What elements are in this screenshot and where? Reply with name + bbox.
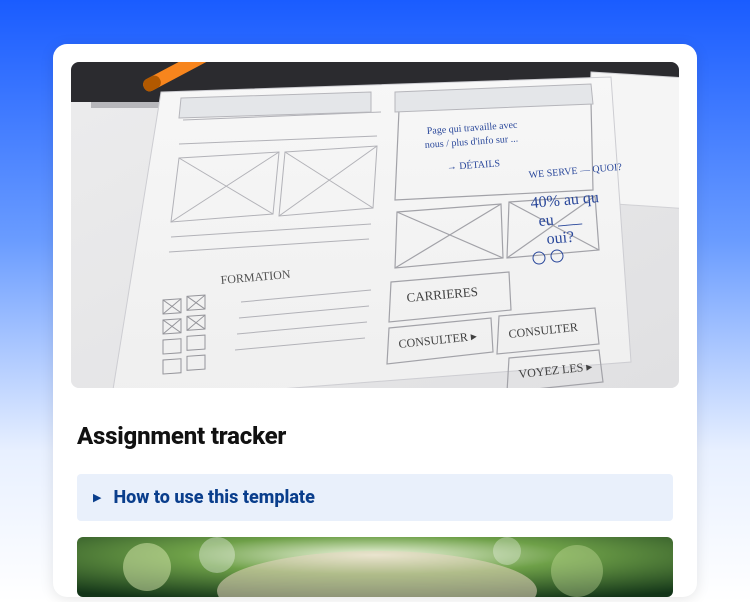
how-to-use-callout[interactable]: ▶ How to use this template xyxy=(77,474,673,521)
hero-image: FORMATION xyxy=(71,62,679,388)
secondary-image xyxy=(77,537,673,597)
title-block: Assignment tracker xyxy=(71,388,679,474)
wireframe-sketch-illustration: FORMATION xyxy=(71,62,679,388)
template-card: FORMATION xyxy=(53,44,697,597)
expand-triangle-icon: ▶ xyxy=(93,492,101,503)
callout-label: How to use this template xyxy=(113,487,314,508)
page-title: Assignment tracker xyxy=(77,422,673,450)
nature-bokeh-illustration xyxy=(77,537,673,597)
